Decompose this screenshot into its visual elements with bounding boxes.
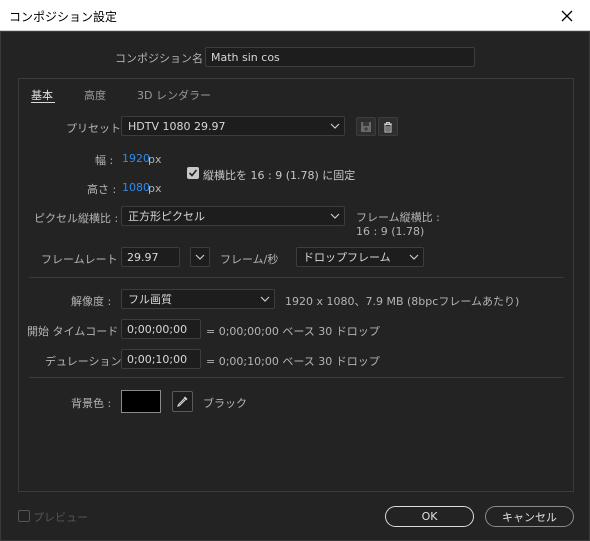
height-unit: px <box>148 182 162 195</box>
frame-aspect-label: フレーム縦横比 : <box>356 211 440 224</box>
pixel-aspect-value: 正方形ピクセル <box>128 210 205 223</box>
tab-3d-renderer[interactable]: 3D レンダラー <box>137 87 211 103</box>
frame-rate-label: フレームレート : <box>41 253 125 266</box>
section-divider <box>29 277 564 278</box>
height-label: 高さ : <box>87 183 117 196</box>
width-value[interactable]: 1920 <box>122 152 150 165</box>
dropframe-dropdown[interactable]: ドロップフレーム <box>296 247 424 267</box>
tab-advanced[interactable]: 高度 <box>84 87 106 103</box>
frame-rate-unit: フレーム/秒 <box>220 253 279 266</box>
eyedropper-icon <box>177 396 188 407</box>
chevron-down-icon <box>326 117 344 135</box>
cancel-button[interactable]: キャンセル <box>485 506 574 527</box>
frame-rate-preset-dropdown[interactable] <box>190 247 210 267</box>
preset-dropdown[interactable]: HDTV 1080 29.97 <box>121 116 345 136</box>
window-title: コンポジション設定 <box>9 10 118 24</box>
frame-aspect-value: 16 : 9 (1.78) <box>356 225 425 238</box>
tab-basic-underline <box>31 102 55 103</box>
duration-info: = 0;00;10;00 ベース 30 ドロップ <box>206 355 380 368</box>
dropframe-value: ドロップフレーム <box>303 251 391 264</box>
background-color-label: 背景色 : <box>71 397 112 410</box>
background-color-swatch[interactable] <box>121 390 161 413</box>
preset-label: プリセット : <box>66 122 129 135</box>
trash-icon <box>384 121 392 132</box>
close-icon <box>561 10 573 21</box>
height-value[interactable]: 1080 <box>122 181 150 194</box>
preview-label: プレビュー <box>33 511 88 524</box>
delete-preset-button[interactable] <box>378 117 398 136</box>
checkmark-icon <box>188 169 198 177</box>
chevron-down-icon <box>326 207 344 225</box>
resolution-label: 解像度 : <box>71 295 112 308</box>
background-color-name: ブラック <box>203 397 247 410</box>
chevron-down-icon <box>405 248 423 266</box>
resolution-dropdown[interactable]: フル画質 <box>121 289 275 309</box>
save-preset-button[interactable] <box>356 117 376 136</box>
comp-name-label: コンポジション名 : <box>115 52 211 65</box>
composition-settings-dialog: コンポジション名 : Math sin cos 基本 高度 3D レンダラー プ… <box>0 31 590 541</box>
duration-label: デュレーション : <box>45 355 129 368</box>
chevron-down-icon <box>195 254 205 260</box>
save-preset-icon <box>361 121 371 132</box>
pixel-aspect-dropdown[interactable]: 正方形ピクセル <box>121 206 345 226</box>
close-button[interactable] <box>544 0 590 31</box>
section-divider <box>29 377 564 378</box>
ok-button[interactable]: OK <box>385 506 474 527</box>
tab-basic[interactable]: 基本 <box>31 87 53 103</box>
width-unit: px <box>148 153 162 166</box>
lock-aspect-checkbox[interactable] <box>187 167 199 179</box>
settings-panel: 基本 高度 3D レンダラー プリセット : HDTV 1080 29.97 幅… <box>18 78 574 492</box>
lock-aspect-label: 縦横比を 16 : 9 (1.78) に固定 <box>203 169 356 182</box>
width-label: 幅 : <box>95 154 114 167</box>
duration-input[interactable]: 0;00;10;00 <box>121 349 201 369</box>
preset-value: HDTV 1080 29.97 <box>128 119 226 133</box>
start-timecode-label: 開始 タイムコード : <box>27 325 126 338</box>
chevron-down-icon <box>256 290 274 308</box>
title-bar: コンポジション設定 <box>0 0 590 31</box>
start-timecode-input[interactable]: 0;00;00;00 <box>121 319 201 339</box>
resolution-info: 1920 x 1080、7.9 MB (8bpcフレームあたり) <box>285 295 520 308</box>
frame-rate-input[interactable]: 29.97 <box>121 247 180 267</box>
comp-name-input[interactable]: Math sin cos <box>205 47 475 67</box>
resolution-value: フル画質 <box>128 293 172 306</box>
preview-checkbox[interactable] <box>18 510 30 522</box>
start-timecode-info: = 0;00;00;00 ベース 30 ドロップ <box>206 325 380 338</box>
pixel-aspect-label: ピクセル縦横比 : <box>34 212 119 225</box>
eyedropper-button[interactable] <box>172 391 193 412</box>
